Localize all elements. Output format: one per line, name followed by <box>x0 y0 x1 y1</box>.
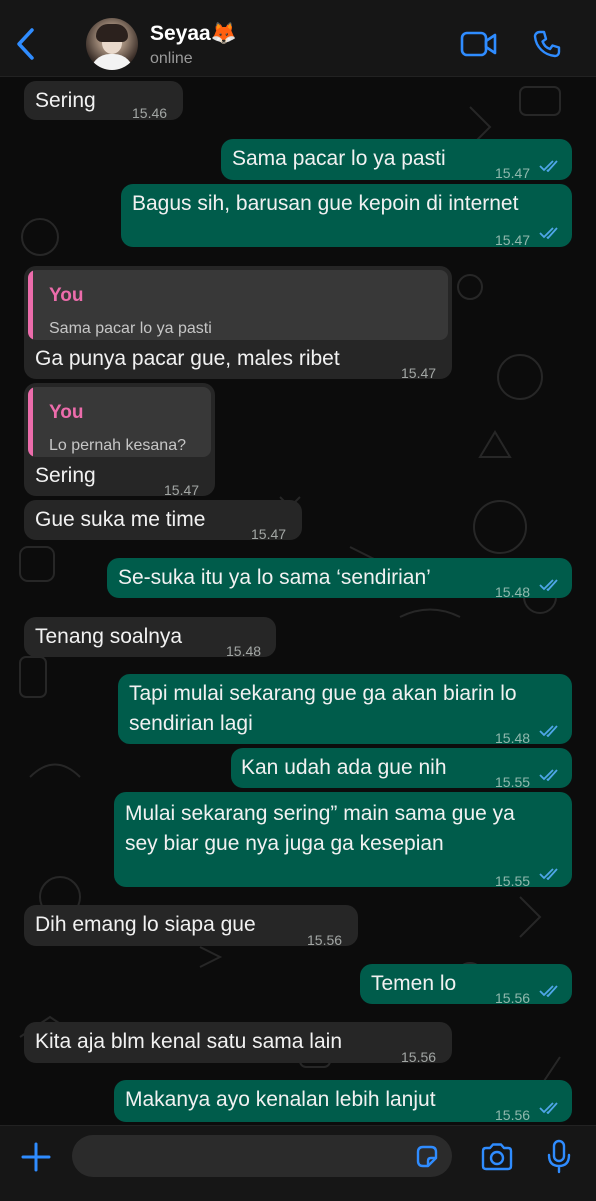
chevron-left-icon[interactable] <box>14 26 38 62</box>
message-time: 15.47 <box>401 365 437 381</box>
read-ticks-icon <box>539 725 558 737</box>
message-incoming[interactable]: Kita aja blm kenal satu sama lain 15.56 <box>24 1022 452 1065</box>
read-ticks-icon <box>539 579 558 591</box>
message-time: 15.48 <box>495 584 531 600</box>
message-input[interactable] <box>72 1135 452 1177</box>
message-time: 15.56 <box>495 1107 531 1123</box>
quoted-text: Sama pacar lo ya pasti <box>49 320 212 337</box>
message-outgoing[interactable]: Tapi mulai sekarang gue ga akan biarin l… <box>118 674 572 746</box>
message-incoming-reply[interactable]: You Lo pernah kesana? Sering 15.47 <box>24 383 215 498</box>
camera-icon[interactable] <box>480 1143 514 1171</box>
message-text: Sering <box>35 464 96 487</box>
message-text: sendirian lagi <box>129 712 253 735</box>
message-text: Tenang soalnya <box>35 625 183 648</box>
read-ticks-icon <box>539 769 558 781</box>
message-time: 15.47 <box>251 526 287 542</box>
message-incoming[interactable]: Tenang soalnya 15.48 <box>24 617 276 659</box>
message-outgoing[interactable]: Bagus sih, barusan gue kepoin di interne… <box>121 184 572 248</box>
read-ticks-icon <box>539 1102 558 1114</box>
contact-name[interactable]: Seyaa🦊 <box>150 22 237 46</box>
message-time: 15.56 <box>495 990 531 1006</box>
quoted-message[interactable]: You Sama pacar lo ya pasti <box>28 270 448 340</box>
message-text: Kan udah ada gue nih <box>241 756 447 779</box>
message-time: 15.55 <box>495 873 531 889</box>
message-text: Gue suka me time <box>35 508 206 531</box>
message-time: 15.56 <box>307 932 343 948</box>
message-text: Dih emang lo siapa gue <box>35 913 256 936</box>
video-camera-icon[interactable] <box>460 31 498 57</box>
message-text: sey biar gue nya juga ga kesepian <box>125 832 444 855</box>
read-ticks-icon <box>539 227 558 239</box>
message-text: Tapi mulai sekarang gue ga akan biarin l… <box>129 682 517 705</box>
message-list[interactable]: Sering 15.46 Sama pacar lo ya pasti 15.4… <box>0 77 596 1125</box>
message-incoming[interactable]: Sering 15.46 <box>24 81 183 121</box>
message-time: 15.46 <box>132 105 168 121</box>
message-time: 15.47 <box>495 232 531 248</box>
message-incoming-reply[interactable]: You Sama pacar lo ya pasti Ga punya paca… <box>24 266 452 381</box>
sticker-icon[interactable] <box>414 1144 440 1170</box>
quoted-message[interactable]: You Lo pernah kesana? <box>28 387 211 457</box>
message-time: 15.48 <box>226 643 262 659</box>
message-text: Se-suka itu ya lo sama ‘sendirian’ <box>118 566 431 589</box>
message-text: Kita aja blm kenal satu sama lain <box>35 1030 342 1053</box>
message-text: Bagus sih, barusan gue kepoin di interne… <box>132 192 519 215</box>
message-incoming[interactable]: Gue suka me time 15.47 <box>24 500 302 542</box>
phone-icon[interactable] <box>532 29 562 59</box>
message-time: 15.56 <box>401 1049 437 1065</box>
quoted-author: You <box>49 402 84 423</box>
message-outgoing[interactable]: Temen lo 15.56 <box>360 964 572 1006</box>
read-ticks-icon <box>539 868 558 880</box>
plus-icon[interactable] <box>21 1142 51 1172</box>
chat-header: Seyaa🦊 online <box>0 0 596 77</box>
message-text: Sering <box>35 89 96 112</box>
read-ticks-icon <box>539 985 558 997</box>
microphone-icon[interactable] <box>546 1139 572 1175</box>
message-text: Ga punya pacar gue, males ribet <box>35 347 340 370</box>
quoted-text: Lo pernah kesana? <box>49 437 186 454</box>
message-outgoing[interactable]: Sama pacar lo ya pasti 15.47 <box>221 139 572 181</box>
message-incoming[interactable]: Dih emang lo siapa gue 15.56 <box>24 905 358 948</box>
quoted-author: You <box>49 285 84 306</box>
message-outgoing[interactable]: Se-suka itu ya lo sama ‘sendirian’ 15.48 <box>107 558 572 600</box>
message-outgoing[interactable]: Makanya ayo kenalan lebih lanjut 15.56 <box>114 1080 572 1123</box>
message-text: Makanya ayo kenalan lebih lanjut <box>125 1088 436 1111</box>
message-text: Sama pacar lo ya pasti <box>232 147 446 170</box>
read-ticks-icon <box>539 160 558 172</box>
contact-status: online <box>150 50 193 67</box>
composer-bar <box>0 1125 596 1201</box>
avatar[interactable] <box>86 18 138 70</box>
message-outgoing[interactable]: Mulai sekarang sering” main sama gue ya … <box>114 792 572 889</box>
message-text: Temen lo <box>371 972 457 995</box>
message-outgoing[interactable]: Kan udah ada gue nih 15.55 <box>231 748 572 790</box>
message-text: Mulai sekarang sering” main sama gue ya <box>125 802 515 825</box>
